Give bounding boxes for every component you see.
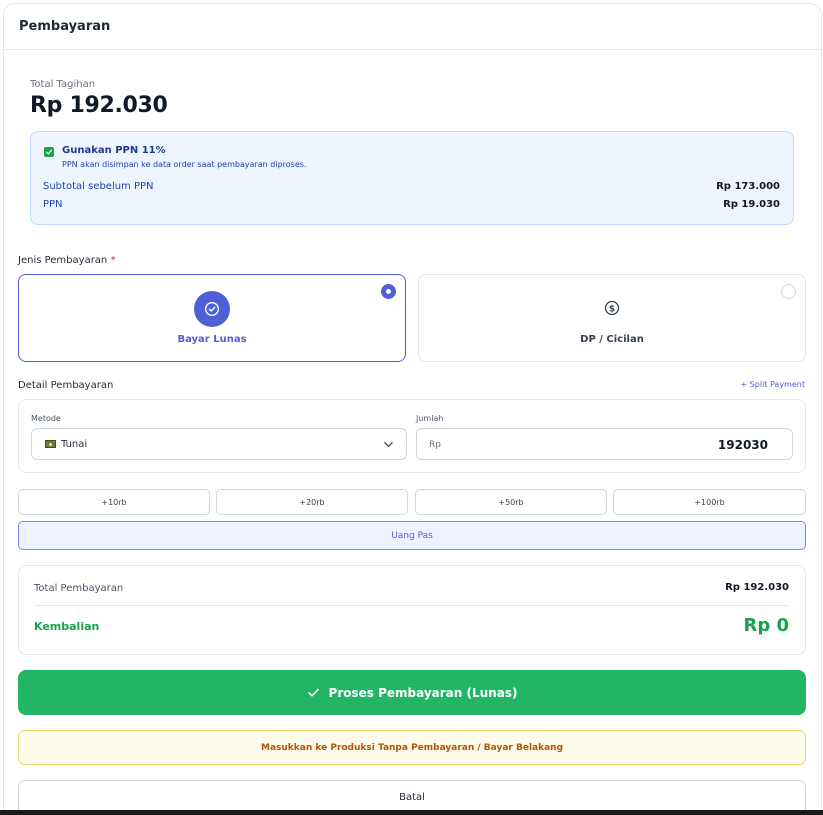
required-mark: * — [110, 255, 116, 266]
panel-title: Pembayaran — [19, 19, 111, 34]
quick-add-10k-button[interactable]: +10rb — [18, 489, 210, 515]
method-value: Tunai — [61, 438, 88, 450]
currency-prefix: Rp — [429, 440, 441, 450]
check-icon — [45, 149, 53, 155]
quick-add-50k-button[interactable]: +50rb — [415, 489, 607, 515]
payment-option-full[interactable]: Bayar Lunas — [18, 274, 406, 362]
change-label: Kembalian — [34, 620, 100, 633]
check-circle-icon — [194, 291, 230, 327]
ppn-note: PPN akan disimpan ke data order saat pem… — [62, 160, 307, 169]
subtotal-label: Subtotal sebelum PPN — [43, 181, 154, 192]
total-bill-amount: Rp 192.030 — [30, 93, 168, 118]
summary-divider — [34, 605, 789, 606]
split-payment-link[interactable]: + Split Payment — [740, 380, 805, 389]
dollar-circle-icon: $ — [603, 299, 621, 317]
payment-option-installment-label: DP / Cicilan — [580, 334, 644, 345]
radio-unselected[interactable] — [781, 284, 796, 299]
process-payment-label: Proses Pembayaran (Lunas) — [328, 685, 518, 700]
panel-header: Pembayaran — [4, 4, 821, 50]
payment-type-label-text: Jenis Pembayaran — [18, 255, 108, 266]
cash-icon — [45, 440, 56, 448]
ppn-value: Rp 19.030 — [723, 199, 780, 210]
quick-add-20k-button[interactable]: +20rb — [216, 489, 408, 515]
ppn-checkbox[interactable] — [44, 147, 54, 157]
payment-type-label: Jenis Pembayaran * — [18, 255, 115, 266]
total-payment-label: Total Pembayaran — [34, 583, 124, 594]
process-payment-button[interactable]: Proses Pembayaran (Lunas) — [18, 670, 806, 715]
total-bill-label: Total Tagihan — [30, 79, 96, 90]
bottom-edge-bar — [0, 810, 823, 815]
ppn-info-box: Gunakan PPN 11% PPN akan disimpan ke dat… — [30, 131, 794, 225]
total-payment-value: Rp 192.030 — [725, 582, 789, 593]
amount-input[interactable]: Rp 192030 — [416, 428, 793, 460]
payment-option-full-label: Bayar Lunas — [177, 334, 247, 345]
change-value: Rp 0 — [743, 615, 789, 636]
chevron-down-icon — [384, 442, 393, 447]
payment-option-installment[interactable]: $ DP / Cicilan — [418, 274, 806, 362]
ppn-checkbox-label[interactable]: Gunakan PPN 11% — [62, 145, 166, 156]
payment-summary: Total Pembayaran Rp 192.030 Kembalian Rp… — [18, 565, 806, 655]
svg-text:$: $ — [609, 304, 615, 314]
radio-selected[interactable] — [381, 284, 396, 299]
method-select[interactable]: Tunai — [31, 428, 407, 460]
ppn-label: PPN — [43, 199, 63, 210]
exact-amount-button[interactable]: Uang Pas — [18, 521, 806, 550]
check-icon — [307, 688, 319, 697]
payment-detail-box: Metode Jumlah Tunai Rp 192030 — [18, 399, 806, 473]
amount-label: Jumlah — [416, 414, 444, 423]
subtotal-value: Rp 173.000 — [716, 181, 780, 192]
payment-detail-label: Detail Pembayaran — [18, 380, 114, 391]
production-without-payment-button[interactable]: Masukkan ke Produksi Tanpa Pembayaran / … — [18, 730, 806, 765]
method-label: Metode — [31, 414, 61, 423]
quick-add-100k-button[interactable]: +100rb — [613, 489, 806, 515]
amount-value: 192030 — [717, 438, 768, 452]
